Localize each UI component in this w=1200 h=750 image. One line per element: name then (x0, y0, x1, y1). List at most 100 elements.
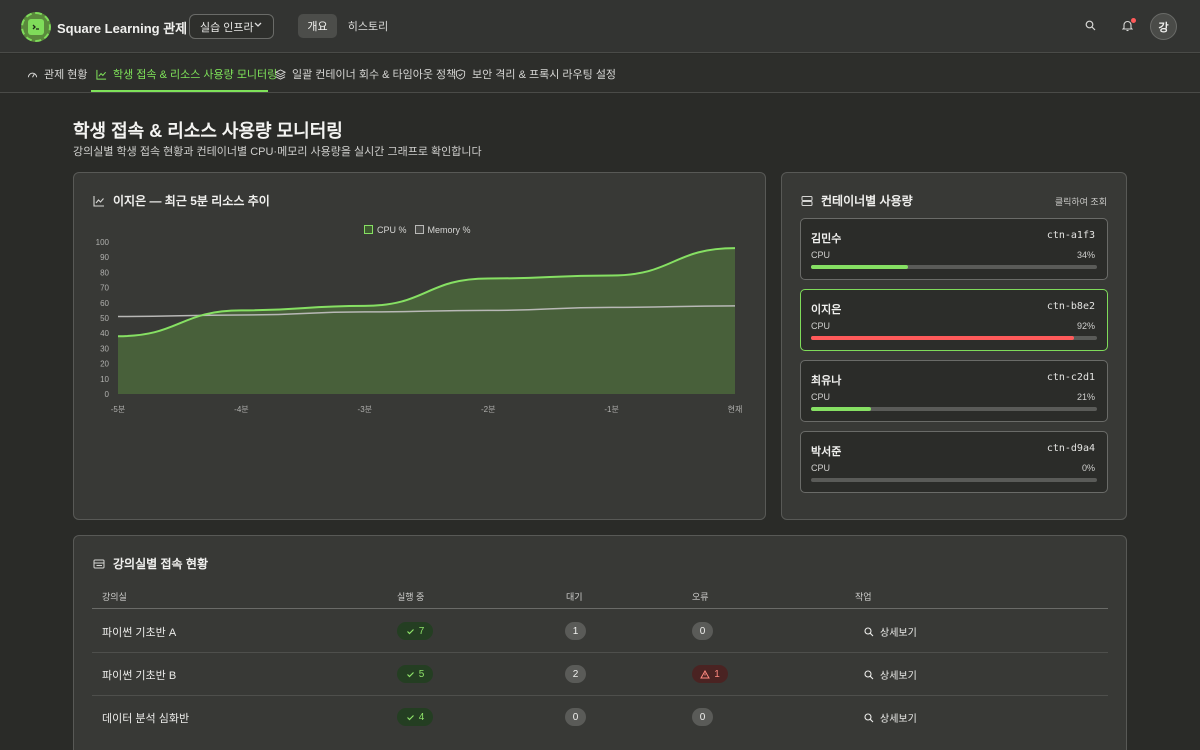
chart-panel-title: 이지은 — 최근 5분 리소스 추이 (93, 192, 270, 209)
running-count: 7 (418, 625, 425, 637)
room-name: 데이터 분석 심화반 (102, 713, 190, 725)
tab-status[interactable]: 관제 현황 (27, 66, 88, 82)
cpu-percent: 21% (1076, 392, 1095, 402)
container-id: ctn-d9a4 (1046, 443, 1095, 454)
running-count: 5 (418, 668, 425, 680)
nav-overview[interactable]: 개요 (298, 14, 337, 38)
page-title: 학생 접속 & 리소스 사용량 모니터링 (73, 121, 343, 141)
active-tab-indicator (91, 90, 268, 92)
row-divider (92, 652, 1108, 653)
notification-badge (1131, 18, 1136, 23)
y-tick-label: 70 (100, 284, 109, 293)
container-card[interactable]: 김민수 ctn-a1f3 CPU 34% (800, 218, 1108, 280)
detail-label: 상세보기 (880, 714, 917, 725)
cpu-bar-track (811, 407, 1097, 411)
room-name: 파이썬 기초반 B (102, 670, 177, 682)
cpu-bar-fill (811, 336, 1075, 340)
nav-history[interactable]: 히스토리 (344, 14, 392, 38)
running-count: 4 (418, 711, 425, 723)
top-bar: Square Learning 관제 실습 인프라 개요 히스토리 강 (0, 0, 1200, 53)
cpu-bar-track (811, 336, 1097, 340)
cpu-percent: 34% (1076, 250, 1095, 260)
x-tick-label: -3분 (358, 405, 372, 414)
chart-legend: CPU % Memory % (364, 225, 471, 235)
cpu-label: CPU (811, 250, 831, 260)
tab-security[interactable]: 보안 격리 & 프록시 라우팅 설정 (455, 66, 616, 82)
layers-icon (275, 68, 286, 80)
y-tick-label: 40 (100, 329, 109, 338)
cpu-bar-fill (811, 407, 872, 411)
x-tick-label: -4분 (234, 405, 248, 414)
column-header-running[interactable]: 실행 중 (397, 590, 424, 603)
tab-monitoring[interactable]: 학생 접속 & 리소스 사용량 모니터링 (96, 66, 277, 82)
environment-select[interactable]: 실습 인프라 (189, 14, 274, 39)
column-header-error[interactable]: 오류 (692, 590, 709, 603)
legend-cpu-label: CPU % (377, 225, 407, 235)
detail-button[interactable]: 상세보기 (864, 667, 917, 682)
rooms-panel-title: 강의실별 접속 현황 (93, 555, 208, 572)
container-card[interactable]: 박서준 ctn-d9a4 CPU 0% (800, 431, 1108, 493)
container-id: ctn-c2d1 (1046, 372, 1095, 383)
containers-title-text: 컨테이너별 사용량 (821, 194, 913, 208)
rooms-panel: 강의실별 접속 현황 (73, 535, 1127, 750)
tab-bar: 관제 현황 학생 접속 & 리소스 사용량 모니터링 일괄 컨테이너 회수 & … (0, 54, 1200, 93)
error-count: 1 (714, 668, 720, 680)
column-header-room[interactable]: 강의실 (102, 590, 127, 603)
container-card[interactable]: 이지은 ctn-b8e2 CPU 92% (800, 289, 1108, 351)
y-tick-label: 90 (100, 253, 109, 262)
check-icon (406, 671, 414, 677)
cpu-label: CPU (811, 463, 831, 473)
legend-item-cpu[interactable]: CPU % (364, 225, 407, 235)
waiting-count: 2 (572, 668, 579, 680)
resource-chart: 0 10 20 30 40 50 60 70 80 90 100 -5분 -4분 -3분 -2분 -1분 현재 (96, 238, 743, 414)
rooms-title-text: 강의실별 접속 현황 (113, 557, 208, 571)
tab-container-policy[interactable]: 일괄 컨테이너 회수 & 타임아웃 정책 (275, 66, 456, 82)
gauge-icon (27, 72, 38, 78)
x-tick-label: -2분 (481, 405, 495, 414)
y-tick-label: 20 (100, 360, 109, 369)
column-header-action[interactable]: 작업 (855, 590, 872, 603)
legend-item-memory[interactable]: Memory % (414, 225, 471, 235)
app-logo (21, 12, 51, 42)
tab-label: 보안 격리 & 프록시 라우팅 설정 (472, 69, 617, 81)
y-tick-label: 10 (100, 375, 109, 384)
cpu-bar-fill (811, 265, 909, 269)
error-badge: 0 (692, 622, 713, 640)
error-badge: 1 (692, 665, 728, 683)
tab-label: 관제 현황 (44, 69, 88, 81)
search-icon[interactable] (1085, 20, 1096, 34)
chevron-down-icon (253, 19, 263, 32)
y-tick-label: 80 (100, 268, 109, 277)
line-chart-icon (96, 69, 107, 80)
table-icon (93, 559, 105, 568)
running-badge: 4 (397, 708, 433, 726)
container-id: ctn-b8e2 (1046, 301, 1095, 312)
server-icon (801, 195, 813, 206)
container-card[interactable]: 최유나 ctn-c2d1 CPU 21% (800, 360, 1108, 422)
avatar[interactable]: 강 (1150, 13, 1177, 40)
chart-title-text: 이지은 — 최근 5분 리소스 추이 (113, 194, 270, 208)
container-student-name: 이지은 (811, 304, 842, 316)
detail-button[interactable]: 상세보기 (864, 624, 917, 639)
check-icon (406, 628, 414, 634)
cpu-label: CPU (811, 321, 831, 331)
detail-button[interactable]: 상세보기 (864, 710, 917, 725)
search-icon (864, 669, 874, 679)
error-count: 0 (699, 711, 706, 723)
room-name: 파이썬 기초반 A (102, 627, 177, 639)
column-header-waiting[interactable]: 대기 (566, 590, 583, 603)
waiting-badge: 1 (565, 622, 586, 640)
waiting-badge: 2 (565, 665, 586, 683)
error-badge: 0 (692, 708, 713, 726)
error-count: 0 (699, 625, 706, 637)
container-student-name: 최유나 (811, 375, 842, 387)
search-icon (864, 712, 874, 722)
containers-panel-title: 컨테이너별 사용량 (801, 192, 913, 209)
waiting-count: 1 (572, 625, 579, 637)
container-id: ctn-a1f3 (1046, 230, 1095, 241)
y-tick-label: 30 (100, 344, 109, 353)
container-student-name: 박서준 (811, 446, 842, 458)
running-badge: 5 (397, 665, 433, 683)
row-divider (92, 695, 1108, 696)
check-icon (406, 714, 414, 720)
